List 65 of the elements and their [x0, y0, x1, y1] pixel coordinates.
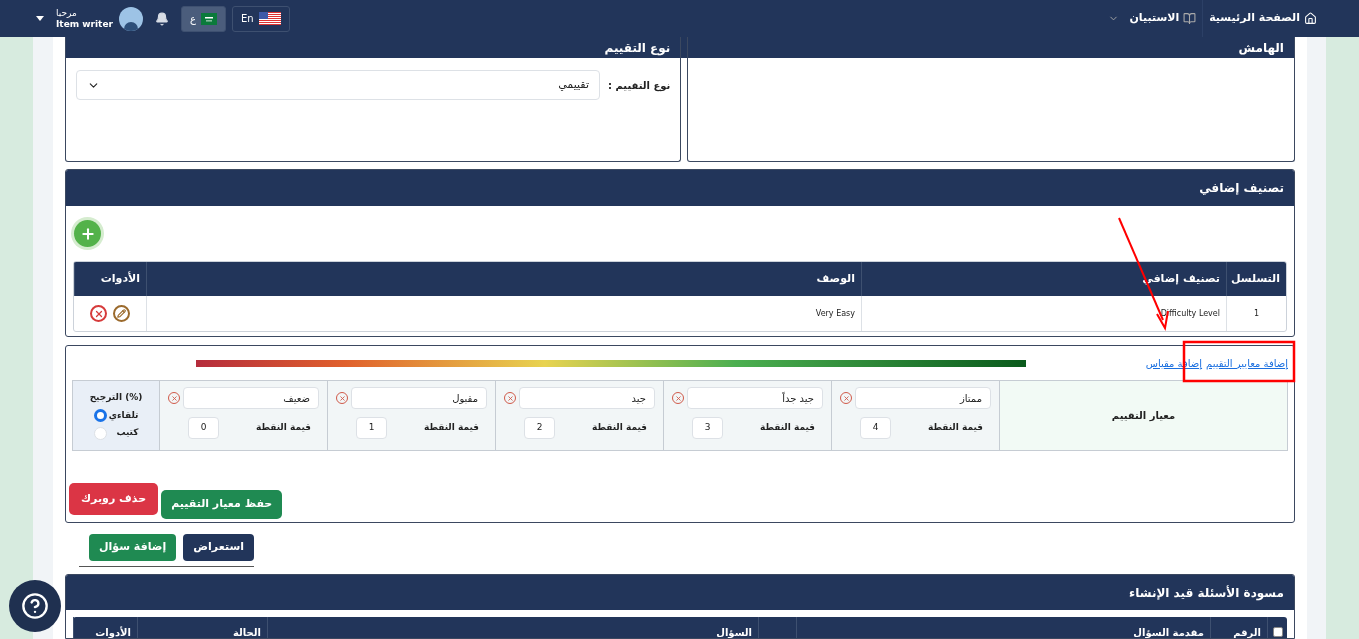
field-label: قيمة النقطة — [255, 421, 311, 435]
column-header: السؤال — [267, 617, 758, 638]
points-field[interactable]: 4 — [860, 417, 891, 439]
sa-flag-icon — [200, 12, 217, 25]
checkbox[interactable] — [1272, 627, 1283, 637]
plus-icon — [79, 225, 96, 242]
close-icon — [338, 394, 346, 402]
points-field[interactable]: 3 — [692, 417, 723, 439]
greeting: مرحبا — [56, 7, 77, 19]
field-label: قيمة النقطة — [927, 421, 983, 435]
column-header: الحالة — [137, 617, 267, 638]
level-name-field[interactable]: جيد — [519, 387, 655, 409]
notification-icon[interactable] — [154, 11, 169, 26]
user-avatar[interactable] — [118, 6, 143, 31]
radio-option[interactable]: تلقاءي — [93, 408, 139, 423]
radio-option[interactable]: كتيب — [93, 426, 139, 440]
close-icon — [674, 394, 682, 402]
caret-icon[interactable] — [36, 16, 44, 21]
add-question-button[interactable]: إضافة سؤال — [89, 534, 177, 561]
criterion-label: معيار التقييم — [999, 381, 1287, 450]
close-icon — [506, 394, 514, 402]
panel-title: تصنيف إضافي — [1199, 180, 1284, 197]
points-field[interactable]: 0 — [188, 417, 219, 439]
points-field[interactable]: 2 — [524, 417, 555, 439]
help-icon — [21, 592, 49, 620]
field-label: قيمة النقطة — [423, 421, 479, 435]
delete-button[interactable] — [90, 305, 107, 322]
select-field[interactable]: تقييمي — [76, 70, 600, 100]
level-name-field[interactable]: ضعيف — [183, 387, 319, 409]
field-label: قيمة النقطة — [759, 421, 815, 435]
column-header: الوصف — [146, 262, 861, 296]
column-header: الأدوات — [73, 617, 137, 638]
us-flag-icon — [258, 12, 281, 25]
column-header: التسلسل — [1226, 262, 1286, 296]
weighting-title: (%) الترجيح — [89, 391, 143, 405]
book-icon — [1183, 12, 1197, 25]
points-field[interactable]: 1 — [356, 417, 387, 439]
level-name-field[interactable]: مقبول — [351, 387, 487, 409]
panel-title: مسودة الأسئلة قيد الإنشاء — [1129, 584, 1284, 602]
link[interactable]: إضافة معايير التقييم — [1206, 355, 1288, 371]
field-label: قيمة النقطة — [591, 421, 647, 435]
column-header: مقدمة السؤال — [796, 617, 1210, 638]
table-cell: Very Easy — [146, 296, 861, 331]
panel-title: نوع التقييم — [604, 39, 671, 57]
language-button[interactable]: ع — [180, 5, 226, 32]
delete-rubric-button[interactable]: حذف روبرك — [69, 483, 159, 515]
save-button[interactable]: حفظ معيار التقييم — [161, 490, 283, 519]
language-button[interactable]: En — [231, 5, 290, 32]
table-cell: 1 — [1226, 296, 1286, 331]
column-header: الرقم — [1210, 617, 1267, 638]
field-label: نوع التقييم : — [608, 78, 671, 93]
pencil-icon — [117, 309, 126, 318]
home-icon — [1304, 12, 1317, 25]
nav-link[interactable]: الاستبيان — [1102, 0, 1203, 37]
level-name-field[interactable]: جيد جداً — [687, 387, 823, 409]
level-name-field[interactable]: ممتاز — [855, 387, 991, 409]
close-icon — [842, 394, 850, 402]
column-header: الأدوات — [74, 262, 146, 296]
user-role: Item writer — [56, 18, 113, 30]
preview-button[interactable]: استعراض — [183, 534, 254, 561]
close-icon — [170, 394, 178, 402]
edit-button[interactable] — [113, 305, 130, 322]
panel-title: الهامش — [1238, 39, 1284, 57]
add-button[interactable] — [74, 220, 101, 247]
close-icon — [93, 308, 104, 319]
